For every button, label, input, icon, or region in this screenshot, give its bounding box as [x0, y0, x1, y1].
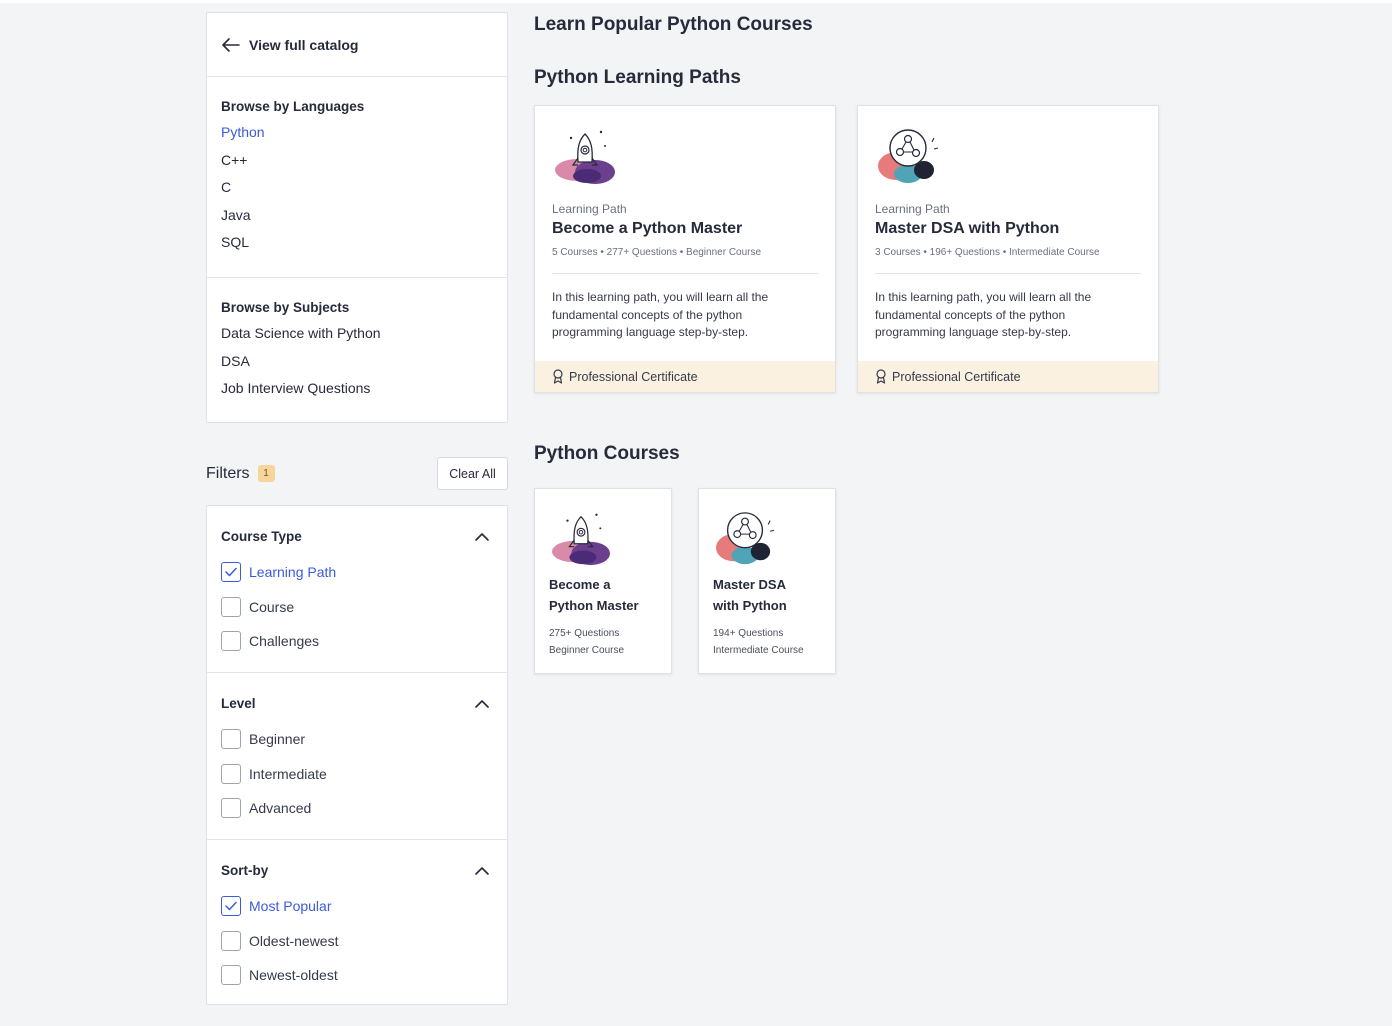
- top-bar: [0, 0, 1392, 3]
- card-kind: Learning Path: [552, 202, 627, 216]
- checkbox[interactable]: [221, 631, 241, 652]
- filter-group-title: Level: [221, 696, 256, 711]
- language-item-python[interactable]: Python: [221, 123, 493, 151]
- checkbox[interactable]: [221, 729, 241, 750]
- certificate-label: Professional Certificate: [892, 369, 1021, 384]
- certificate-label: Professional Certificate: [569, 369, 698, 384]
- view-full-catalog-link[interactable]: View full catalog: [207, 13, 507, 77]
- course-title-line-2: with Python: [713, 598, 787, 613]
- chevron-up-icon[interactable]: [475, 866, 489, 875]
- ribbon-icon: [553, 369, 563, 384]
- chevron-up-icon[interactable]: [475, 532, 489, 541]
- course-level: Beginner Course: [549, 645, 625, 656]
- filter-option-label: Challenges: [249, 633, 320, 650]
- course-title-line-1: Master DSA: [713, 577, 786, 592]
- course-title: Master DSA with Python: [713, 574, 823, 616]
- browse-languages-title: Browse by Languages: [221, 99, 365, 114]
- clear-all-button[interactable]: Clear All: [437, 457, 508, 490]
- checkbox[interactable]: [221, 965, 241, 986]
- card-description: In this learning path, you will learn al…: [875, 290, 1092, 339]
- card-meta: 5 Courses • 277+ Questions • Beginner Co…: [552, 247, 762, 258]
- filter-option-advanced[interactable]: Advanced: [221, 791, 493, 826]
- course-card[interactable]: Become a Python Master 275+ Questions Be…: [534, 488, 672, 674]
- checkbox[interactable]: [221, 763, 241, 784]
- filter-option-label: Beginner: [249, 731, 306, 748]
- course-title-line-1: Become a: [549, 577, 611, 592]
- filter-group-course-type: Course Type Learning Path Course Challen…: [207, 506, 507, 673]
- view-full-catalog-label: View full catalog: [249, 36, 359, 53]
- filters-panel: Course Type Learning Path Course Challen…: [206, 505, 508, 1005]
- browse-subjects-title: Browse by Subjects: [221, 300, 350, 315]
- sort-option-most-popular[interactable]: Most Popular: [221, 889, 493, 924]
- graph-illustration: [716, 512, 775, 565]
- language-item-sql[interactable]: SQL: [221, 233, 493, 261]
- course-title: Become a Python Master: [549, 574, 659, 616]
- card-kind: Learning Path: [875, 202, 950, 216]
- checkbox[interactable]: [221, 798, 241, 819]
- checkbox-checked[interactable]: [221, 896, 241, 917]
- subject-item-dsa[interactable]: DSA: [221, 352, 493, 380]
- sort-option-label: Most Popular: [249, 898, 332, 915]
- filter-group-sort-by: Sort-by Most Popular Oldest-newest Newes…: [207, 840, 507, 1007]
- filter-group-title: Course Type: [221, 529, 302, 544]
- rocket-illustration: [555, 130, 615, 184]
- sort-option-label: Newest-oldest: [249, 967, 338, 984]
- course-level: Intermediate Course: [713, 645, 804, 656]
- learning-path-card[interactable]: Learning Path Become a Python Master 5 C…: [534, 105, 836, 393]
- browse-languages-section: Browse by Languages Python C++ C Java SQ…: [207, 77, 507, 278]
- checkmark-icon: [225, 902, 237, 911]
- arrow-left-icon: [222, 37, 240, 52]
- card-meta: 3 Courses • 196+ Questions • Intermediat…: [875, 247, 1100, 258]
- checkbox[interactable]: [221, 596, 241, 617]
- course-card[interactable]: Master DSA with Python 194+ Questions In…: [698, 488, 836, 674]
- graph-illustration: [878, 129, 939, 183]
- course-title-line-2: Python Master: [549, 598, 639, 613]
- filters-title: Filters: [206, 464, 250, 482]
- filter-option-course[interactable]: Course: [221, 590, 493, 625]
- checkbox[interactable]: [221, 930, 241, 951]
- sort-option-label: Oldest-newest: [249, 932, 339, 949]
- learning-path-card[interactable]: Learning Path Master DSA with Python 3 C…: [857, 105, 1159, 393]
- filter-option-intermediate[interactable]: Intermediate: [221, 757, 493, 792]
- filter-option-learning-path[interactable]: Learning Path: [221, 555, 493, 590]
- courses-title: Python Courses: [534, 443, 680, 464]
- filter-option-challenges[interactable]: Challenges: [221, 624, 493, 659]
- card-description: In this learning path, you will learn al…: [552, 290, 769, 339]
- browse-subjects-section: Browse by Subjects Data Science with Pyt…: [207, 278, 507, 407]
- filter-option-beginner[interactable]: Beginner: [221, 722, 493, 757]
- filters-header: Filters 1 Clear All: [206, 456, 508, 491]
- filter-option-label: Learning Path: [249, 564, 337, 581]
- filter-option-label: Course: [249, 598, 295, 615]
- sort-option-oldest-newest[interactable]: Oldest-newest: [221, 924, 493, 959]
- card-title: Become a Python Master: [552, 220, 743, 237]
- filter-group-level: Level Beginner Intermediate Advanced: [207, 673, 507, 840]
- card-divider: [875, 273, 1141, 274]
- rocket-illustration: [552, 513, 610, 566]
- language-item-java[interactable]: Java: [221, 206, 493, 234]
- language-item-c[interactable]: C: [221, 178, 493, 206]
- card-divider: [552, 273, 818, 274]
- course-questions: 275+ Questions: [549, 628, 620, 639]
- chevron-up-icon[interactable]: [475, 699, 489, 708]
- catalog-panel: View full catalog Browse by Languages Py…: [206, 12, 508, 423]
- certificate-strip: Professional Certificate: [535, 361, 835, 392]
- sort-option-newest-oldest[interactable]: Newest-oldest: [221, 958, 493, 993]
- language-item-cpp[interactable]: C++: [221, 151, 493, 179]
- subject-item-data-science[interactable]: Data Science with Python: [221, 324, 493, 352]
- subject-item-interview[interactable]: Job Interview Questions: [221, 379, 493, 407]
- page-title: Learn Popular Python Courses: [534, 14, 813, 35]
- filters-count-badge: 1: [257, 465, 275, 482]
- course-questions: 194+ Questions: [713, 628, 784, 639]
- card-title: Master DSA with Python: [875, 220, 1060, 237]
- filter-group-title: Sort-by: [221, 863, 269, 878]
- checkbox-checked[interactable]: [221, 562, 241, 583]
- checkmark-icon: [225, 568, 237, 577]
- ribbon-icon: [876, 369, 886, 384]
- filter-option-label: Intermediate: [249, 765, 327, 782]
- certificate-strip: Professional Certificate: [858, 361, 1158, 392]
- filter-option-label: Advanced: [249, 800, 312, 817]
- learning-paths-title: Python Learning Paths: [534, 67, 741, 88]
